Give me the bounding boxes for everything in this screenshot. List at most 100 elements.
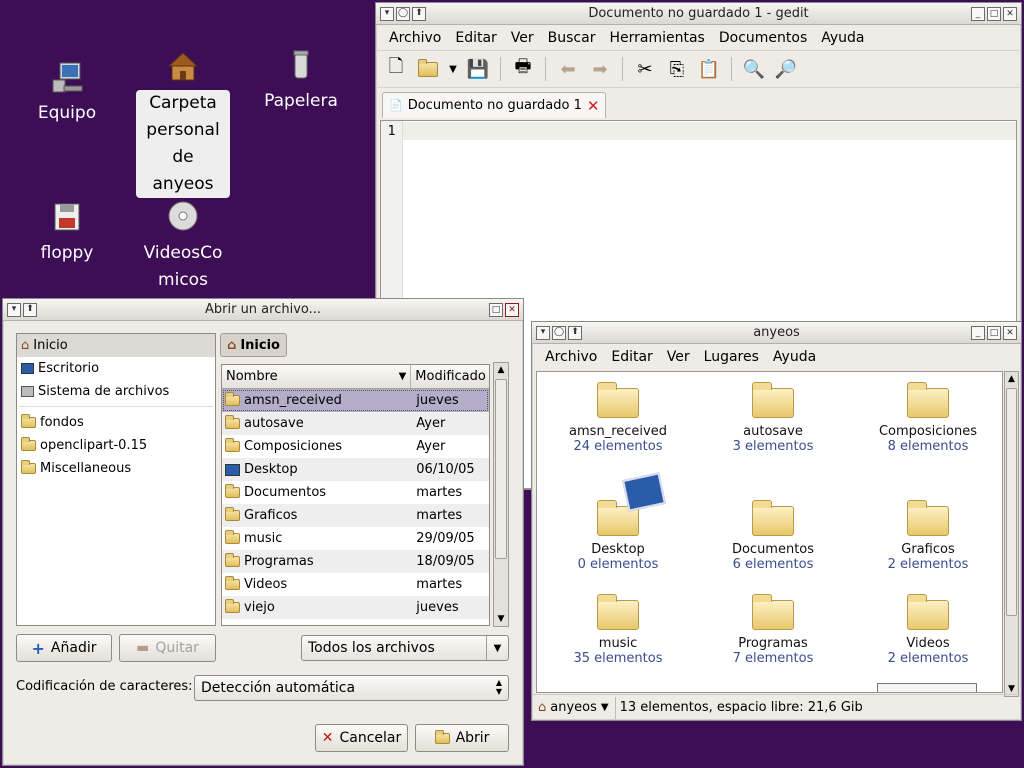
file-row[interactable]: Graficos martes [222,504,489,527]
file-row[interactable]: Documentos martes [222,481,489,504]
remove-bookmark-button[interactable]: ▬ Quitar [119,634,216,662]
maximize-button[interactable]: □ [987,7,1001,21]
desktop-icon-equipo[interactable]: Equipo [17,60,117,127]
minimize-button[interactable]: _ [971,326,985,340]
maximize-button[interactable]: □ [987,326,1001,340]
location-button[interactable]: ⌂ anyeos ▼ [532,696,616,719]
close-button[interactable]: ✕ [1003,7,1017,21]
file-manager-scrollbar[interactable]: ▲ ▼ [1004,371,1019,697]
bookmark-item[interactable]: Miscellaneous [17,457,215,480]
file-row[interactable]: Videos martes [222,573,489,596]
save-icon[interactable]: 💾 [464,55,492,83]
encoding-select[interactable]: Detección automática ▲ ▼ [194,675,509,701]
bookmark-item[interactable]: fondos [17,411,215,434]
folder-item[interactable]: Documentos 6 elementos [698,500,848,572]
image-thumbnail[interactable] [877,683,977,692]
scrollbar-thumb[interactable] [495,379,507,559]
folder-item[interactable]: autosave 3 elementos [698,382,848,454]
replace-icon[interactable]: 🔎 [772,55,800,83]
copy-icon[interactable]: ⎘ [663,55,691,83]
file-row[interactable]: viejo jueves [222,596,489,619]
column-header-name[interactable]: Nombre ▼ [222,365,412,388]
undo-icon[interactable]: ⬅ [554,55,582,83]
desktop-icon-videoscomicos[interactable]: VideosComicos [132,200,234,294]
file-row[interactable]: Desktop 06/10/05 [222,458,489,481]
close-button[interactable]: ✕ [1003,326,1017,340]
icon-view[interactable]: amsn_received 24 elementos autosave 3 el… [536,371,1003,693]
cut-icon[interactable]: ✂ [631,55,659,83]
places-item-sistema[interactable]: Sistema de archivos [17,380,215,403]
menu-buscar[interactable]: Buscar [541,30,603,46]
gedit-titlebar[interactable]: ▾ ◯ ⬆ Documento no guardado 1 - gedit _ … [376,3,1021,25]
shade-button[interactable]: ◯ [396,6,410,21]
folder-item[interactable]: Graficos 2 elementos [853,500,1002,572]
file-list[interactable]: Nombre ▼ Modificado amsn_received jueves… [221,364,490,626]
desktop-icon-home[interactable]: Carpeta personal de anyeos [132,50,234,198]
raise-button[interactable]: ⬆ [23,302,37,317]
file-filter-select[interactable]: Todos los archivos ▼ [301,635,509,661]
bookmark-item[interactable]: openclipart-0.15 [17,434,215,457]
folder-icon [225,599,240,613]
open-folder-icon[interactable] [414,55,442,83]
menu-archivo[interactable]: Archivo [382,30,448,46]
menu-archivo[interactable]: Archivo [538,349,604,365]
menu-ver[interactable]: Ver [504,30,541,46]
dialog-titlebar[interactable]: ▾ ⬆ Abrir un archivo... □ ✕ [3,299,523,321]
file-manager-titlebar[interactable]: ▾ ◯ ⬆ anyeos _ □ ✕ [532,322,1021,344]
folder-icon [225,553,240,567]
add-bookmark-button[interactable]: + Añadir [16,634,112,662]
document-tab[interactable]: 📄 Documento no guardado 1 ✕ [382,92,607,118]
close-button[interactable]: ✕ [505,303,519,317]
scroll-up-icon[interactable]: ▲ [1005,372,1018,386]
file-row[interactable]: amsn_received jueves [222,389,489,412]
scroll-down-icon[interactable]: ▼ [494,612,508,626]
folder-item[interactable]: Programas 7 elementos [698,594,848,666]
menu-ver[interactable]: Ver [660,349,697,365]
redo-icon[interactable]: ➡ [586,55,614,83]
file-list-scrollbar[interactable]: ▲ ▼ [493,362,509,627]
close-tab-icon[interactable]: ✕ [587,97,600,115]
menu-ayuda[interactable]: Ayuda [766,349,823,365]
file-row[interactable]: Programas 18/09/05 [222,550,489,573]
paste-icon[interactable]: 📋 [695,55,723,83]
find-icon[interactable]: 🔍 [740,55,768,83]
add-bookmark-label: Añadir [50,640,97,656]
window-menu-button[interactable]: ▾ [536,325,550,340]
scrollbar-thumb[interactable] [1006,388,1017,616]
raise-button[interactable]: ⬆ [568,325,582,340]
window-menu-button[interactable]: ▾ [7,302,21,317]
file-row[interactable]: music 29/09/05 [222,527,489,550]
places-item-inicio[interactable]: ⌂ Inicio [17,334,215,357]
folder-name: Desktop [591,542,645,557]
path-button-inicio[interactable]: ⌂ Inicio [220,333,287,357]
folder-item[interactable]: amsn_received 24 elementos [543,382,693,454]
file-row[interactable]: Composiciones Ayer [222,435,489,458]
file-row[interactable]: autosave Ayer [222,412,489,435]
print-icon[interactable]: 🖶 [509,55,537,83]
maximize-button[interactable]: □ [489,303,503,317]
folder-item[interactable]: Composiciones 8 elementos [853,382,1002,454]
menu-documentos[interactable]: Documentos [712,30,814,46]
shade-button[interactable]: ◯ [552,325,566,340]
menu-lugares[interactable]: Lugares [697,349,766,365]
folder-item[interactable]: music 35 elementos [543,594,693,666]
folder-item[interactable]: Desktop 0 elementos [543,472,693,572]
menu-herramientas[interactable]: Herramientas [602,30,711,46]
open-recent-dropdown-icon[interactable]: ▼ [446,55,460,83]
minimize-button[interactable]: _ [971,7,985,21]
new-document-icon[interactable]: 🗋 [382,55,410,83]
menu-editar[interactable]: Editar [604,349,659,365]
window-menu-button[interactable]: ▾ [380,6,394,21]
column-header-modified[interactable]: Modificado [411,365,489,388]
desktop-icon-papelera[interactable]: Papelera [251,48,351,115]
scroll-up-icon[interactable]: ▲ [494,363,508,377]
places-item-escritorio[interactable]: Escritorio [17,357,215,380]
folder-item[interactable]: Videos 2 elementos [853,594,1002,666]
menu-ayuda[interactable]: Ayuda [814,30,871,46]
desktop-icon-floppy[interactable]: floppy [17,200,117,267]
cancel-button[interactable]: ✕ Cancelar [315,724,408,752]
open-button[interactable]: Abrir [415,724,509,752]
menu-editar[interactable]: Editar [448,30,503,46]
raise-button[interactable]: ⬆ [412,6,426,21]
file-modified: 18/09/05 [416,554,475,569]
